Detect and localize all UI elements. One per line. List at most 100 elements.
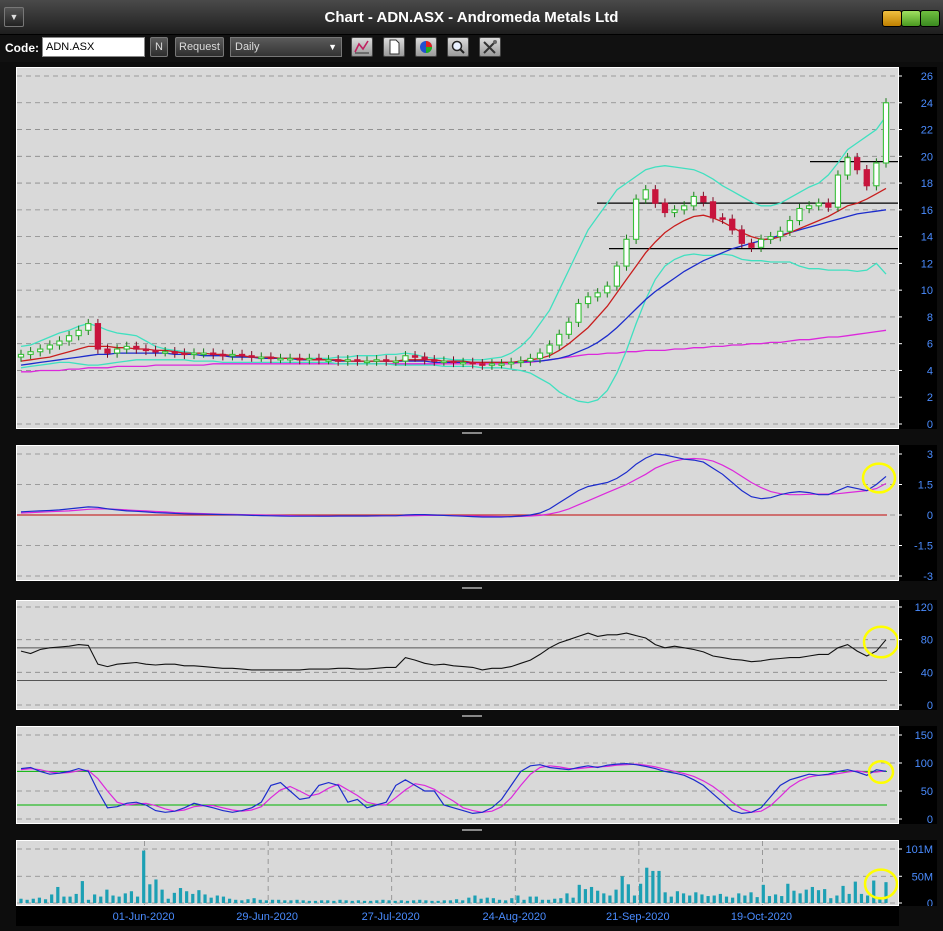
panel-splitter[interactable] (5, 586, 939, 591)
candle-down (729, 218, 736, 231)
volume-bar (99, 896, 103, 903)
volume-bar (86, 899, 91, 903)
volume-bar (859, 893, 864, 903)
volume-bar (737, 893, 741, 903)
candle-down (383, 359, 390, 362)
tools-icon[interactable] (479, 37, 501, 57)
volume-bar (68, 896, 72, 903)
volume-bar (399, 900, 403, 903)
volume-bar (295, 899, 299, 903)
volume-bar (369, 900, 373, 903)
candle-up (459, 361, 467, 365)
price-axis-tick-label: 24 (921, 98, 933, 110)
volume-axis: 101M 50M 0 (899, 840, 937, 910)
volume-bar (424, 900, 428, 903)
zoom-icon[interactable] (447, 37, 469, 57)
stochastic-axis-tick-label: 150 (915, 730, 933, 742)
volume-bar (264, 900, 268, 903)
candle-up (162, 351, 169, 354)
candle-down (267, 356, 275, 360)
minimize-button[interactable] (882, 10, 902, 27)
price-panel[interactable] (16, 67, 899, 429)
volume-bar (74, 893, 78, 903)
volume-bar (780, 896, 784, 903)
volume-bar (534, 896, 538, 903)
candle-up (190, 352, 198, 356)
volume-bar (289, 900, 293, 903)
code-input[interactable] (42, 37, 145, 57)
candle-up (546, 344, 553, 354)
volume-bar (479, 898, 483, 903)
volume-bar (626, 884, 630, 903)
price-axis-tick-label: 12 (921, 258, 933, 270)
request-button[interactable]: Request (175, 37, 224, 57)
document-icon[interactable] (383, 37, 405, 57)
volume-bar (528, 896, 532, 903)
candle-up (815, 202, 822, 207)
candle-up (440, 360, 448, 364)
price-axis-tick-label: 10 (921, 285, 933, 297)
volume-bar (215, 895, 219, 903)
volume-bar (25, 899, 29, 903)
candle-up (325, 359, 332, 362)
date-tick-label: 29-Jun-2020 (236, 911, 298, 923)
volume-bar (356, 900, 361, 903)
volume-bar (350, 900, 354, 903)
candle-down (661, 202, 669, 214)
price-axis-tick-label: 4 (927, 365, 933, 377)
volume-bar (639, 883, 643, 903)
period-select[interactable]: Daily ▼ (230, 37, 342, 57)
mid-moving-average-line (20, 209, 887, 366)
rsi-line (20, 632, 887, 671)
volume-bar (154, 879, 158, 903)
volume-bar (700, 894, 704, 903)
volume-bar (669, 896, 673, 903)
volume-bar (491, 898, 495, 903)
candle-up (681, 205, 688, 211)
panel-splitter[interactable] (5, 431, 939, 436)
date-tick-label: 21-Sep-2020 (606, 911, 670, 923)
candle-up (75, 329, 82, 337)
stochastic-panel[interactable] (16, 726, 899, 824)
bollinger-lower-band-line (20, 253, 887, 404)
date-axis: 01-Jun-2020 29-Jun-2020 27-Jul-2020 24-Aug-… (16, 906, 899, 926)
period-select-value: Daily (235, 41, 260, 53)
volume-bar (246, 899, 250, 903)
macd-axis-tick-label: 1.5 (918, 480, 933, 492)
candle-up (613, 265, 621, 287)
volume-bar (178, 888, 183, 903)
volume-bar (553, 898, 557, 903)
rsi-panel[interactable] (16, 600, 899, 710)
candle-up (575, 302, 582, 323)
candle-down (854, 157, 861, 171)
volume-panel[interactable] (16, 840, 899, 906)
n-button[interactable]: N (150, 37, 168, 57)
volume-bar (166, 898, 170, 903)
volume-bar (614, 889, 618, 903)
chart-settings-icon[interactable] (351, 37, 373, 57)
candle-down (181, 352, 188, 356)
volume-bar (804, 889, 808, 903)
window-title: Chart - ADN.ASX - Andromeda Metals Ltd (324, 9, 619, 26)
panel-splitter[interactable] (5, 714, 939, 719)
macd-axis: 3 1.5 0 -1.5 -3 (899, 445, 937, 583)
candle-up (488, 363, 496, 366)
macd-panel[interactable] (16, 445, 899, 581)
stochastic-axis-tick-label: 0 (927, 814, 933, 824)
volume-bar (258, 899, 262, 903)
volume-bar (577, 884, 581, 903)
panel-splitter[interactable] (5, 828, 939, 833)
volume-bar (307, 900, 311, 903)
volume-bar (589, 886, 594, 903)
candle-down (335, 359, 342, 362)
candle-up (594, 292, 601, 298)
color-palette-icon[interactable] (415, 37, 437, 57)
price-axis-tick-label: 8 (927, 312, 933, 324)
maximize-button[interactable] (901, 10, 921, 27)
volume-bar (651, 870, 655, 903)
price-axis-tick-label: 2 (927, 392, 933, 404)
close-button[interactable] (920, 10, 940, 27)
rsi-axis: 120 80 40 0 (899, 600, 937, 712)
highlight-circle (862, 625, 898, 659)
chevron-down-icon: ▼ (328, 42, 337, 52)
